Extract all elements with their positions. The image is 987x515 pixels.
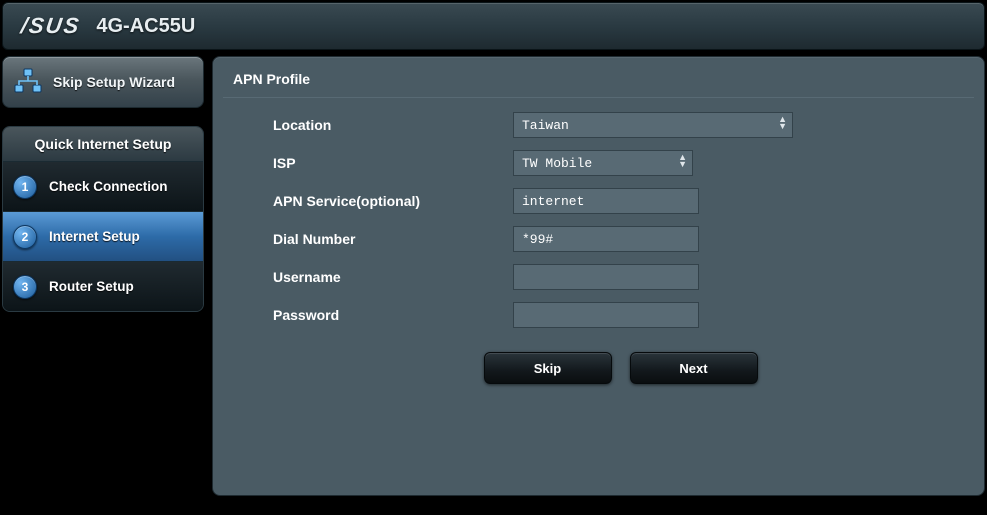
sidebar: Skip Setup Wizard Quick Internet Setup 1… bbox=[2, 56, 212, 496]
step-label: Router Setup bbox=[49, 279, 134, 294]
quick-internet-setup-title: Quick Internet Setup bbox=[3, 127, 203, 161]
main-panel: APN Profile Location Taiwan ▲▼ ISP TW Mo… bbox=[212, 56, 985, 496]
apn-form: Location Taiwan ▲▼ ISP TW Mobile ▲▼ bbox=[213, 112, 984, 384]
step-router-setup[interactable]: 3 Router Setup bbox=[3, 261, 203, 311]
step-number-3: 3 bbox=[13, 275, 37, 299]
username-label: Username bbox=[273, 269, 513, 285]
dial-number-label: Dial Number bbox=[273, 231, 513, 247]
username-input[interactable] bbox=[513, 264, 699, 290]
password-input[interactable] bbox=[513, 302, 699, 328]
panel-title: APN Profile bbox=[213, 67, 984, 97]
isp-label: ISP bbox=[273, 155, 513, 171]
step-number-2: 2 bbox=[13, 225, 37, 249]
divider bbox=[223, 97, 974, 98]
step-number-1: 1 bbox=[13, 175, 37, 199]
model-name: 4G-AC55U bbox=[96, 15, 195, 38]
app-header: /SUS 4G-AC55U bbox=[2, 2, 985, 50]
step-label: Internet Setup bbox=[49, 229, 140, 244]
brand-logo: /SUS bbox=[19, 13, 82, 39]
apn-service-label: APN Service(optional) bbox=[273, 193, 513, 209]
dial-number-input[interactable] bbox=[513, 226, 699, 252]
next-button[interactable]: Next bbox=[630, 352, 758, 384]
network-icon bbox=[13, 68, 43, 96]
quick-internet-setup-panel: Quick Internet Setup 1 Check Connection … bbox=[2, 126, 204, 312]
skip-setup-wizard-button[interactable]: Skip Setup Wizard bbox=[2, 56, 204, 108]
apn-service-input[interactable] bbox=[513, 188, 699, 214]
password-label: Password bbox=[273, 307, 513, 323]
skip-button[interactable]: Skip bbox=[484, 352, 612, 384]
location-label: Location bbox=[273, 117, 513, 133]
skip-setup-wizard-label: Skip Setup Wizard bbox=[53, 74, 175, 90]
step-internet-setup[interactable]: 2 Internet Setup bbox=[3, 211, 203, 261]
step-label: Check Connection bbox=[49, 179, 168, 194]
step-check-connection[interactable]: 1 Check Connection bbox=[3, 161, 203, 211]
location-select[interactable]: Taiwan bbox=[513, 112, 793, 138]
isp-select[interactable]: TW Mobile bbox=[513, 150, 693, 176]
